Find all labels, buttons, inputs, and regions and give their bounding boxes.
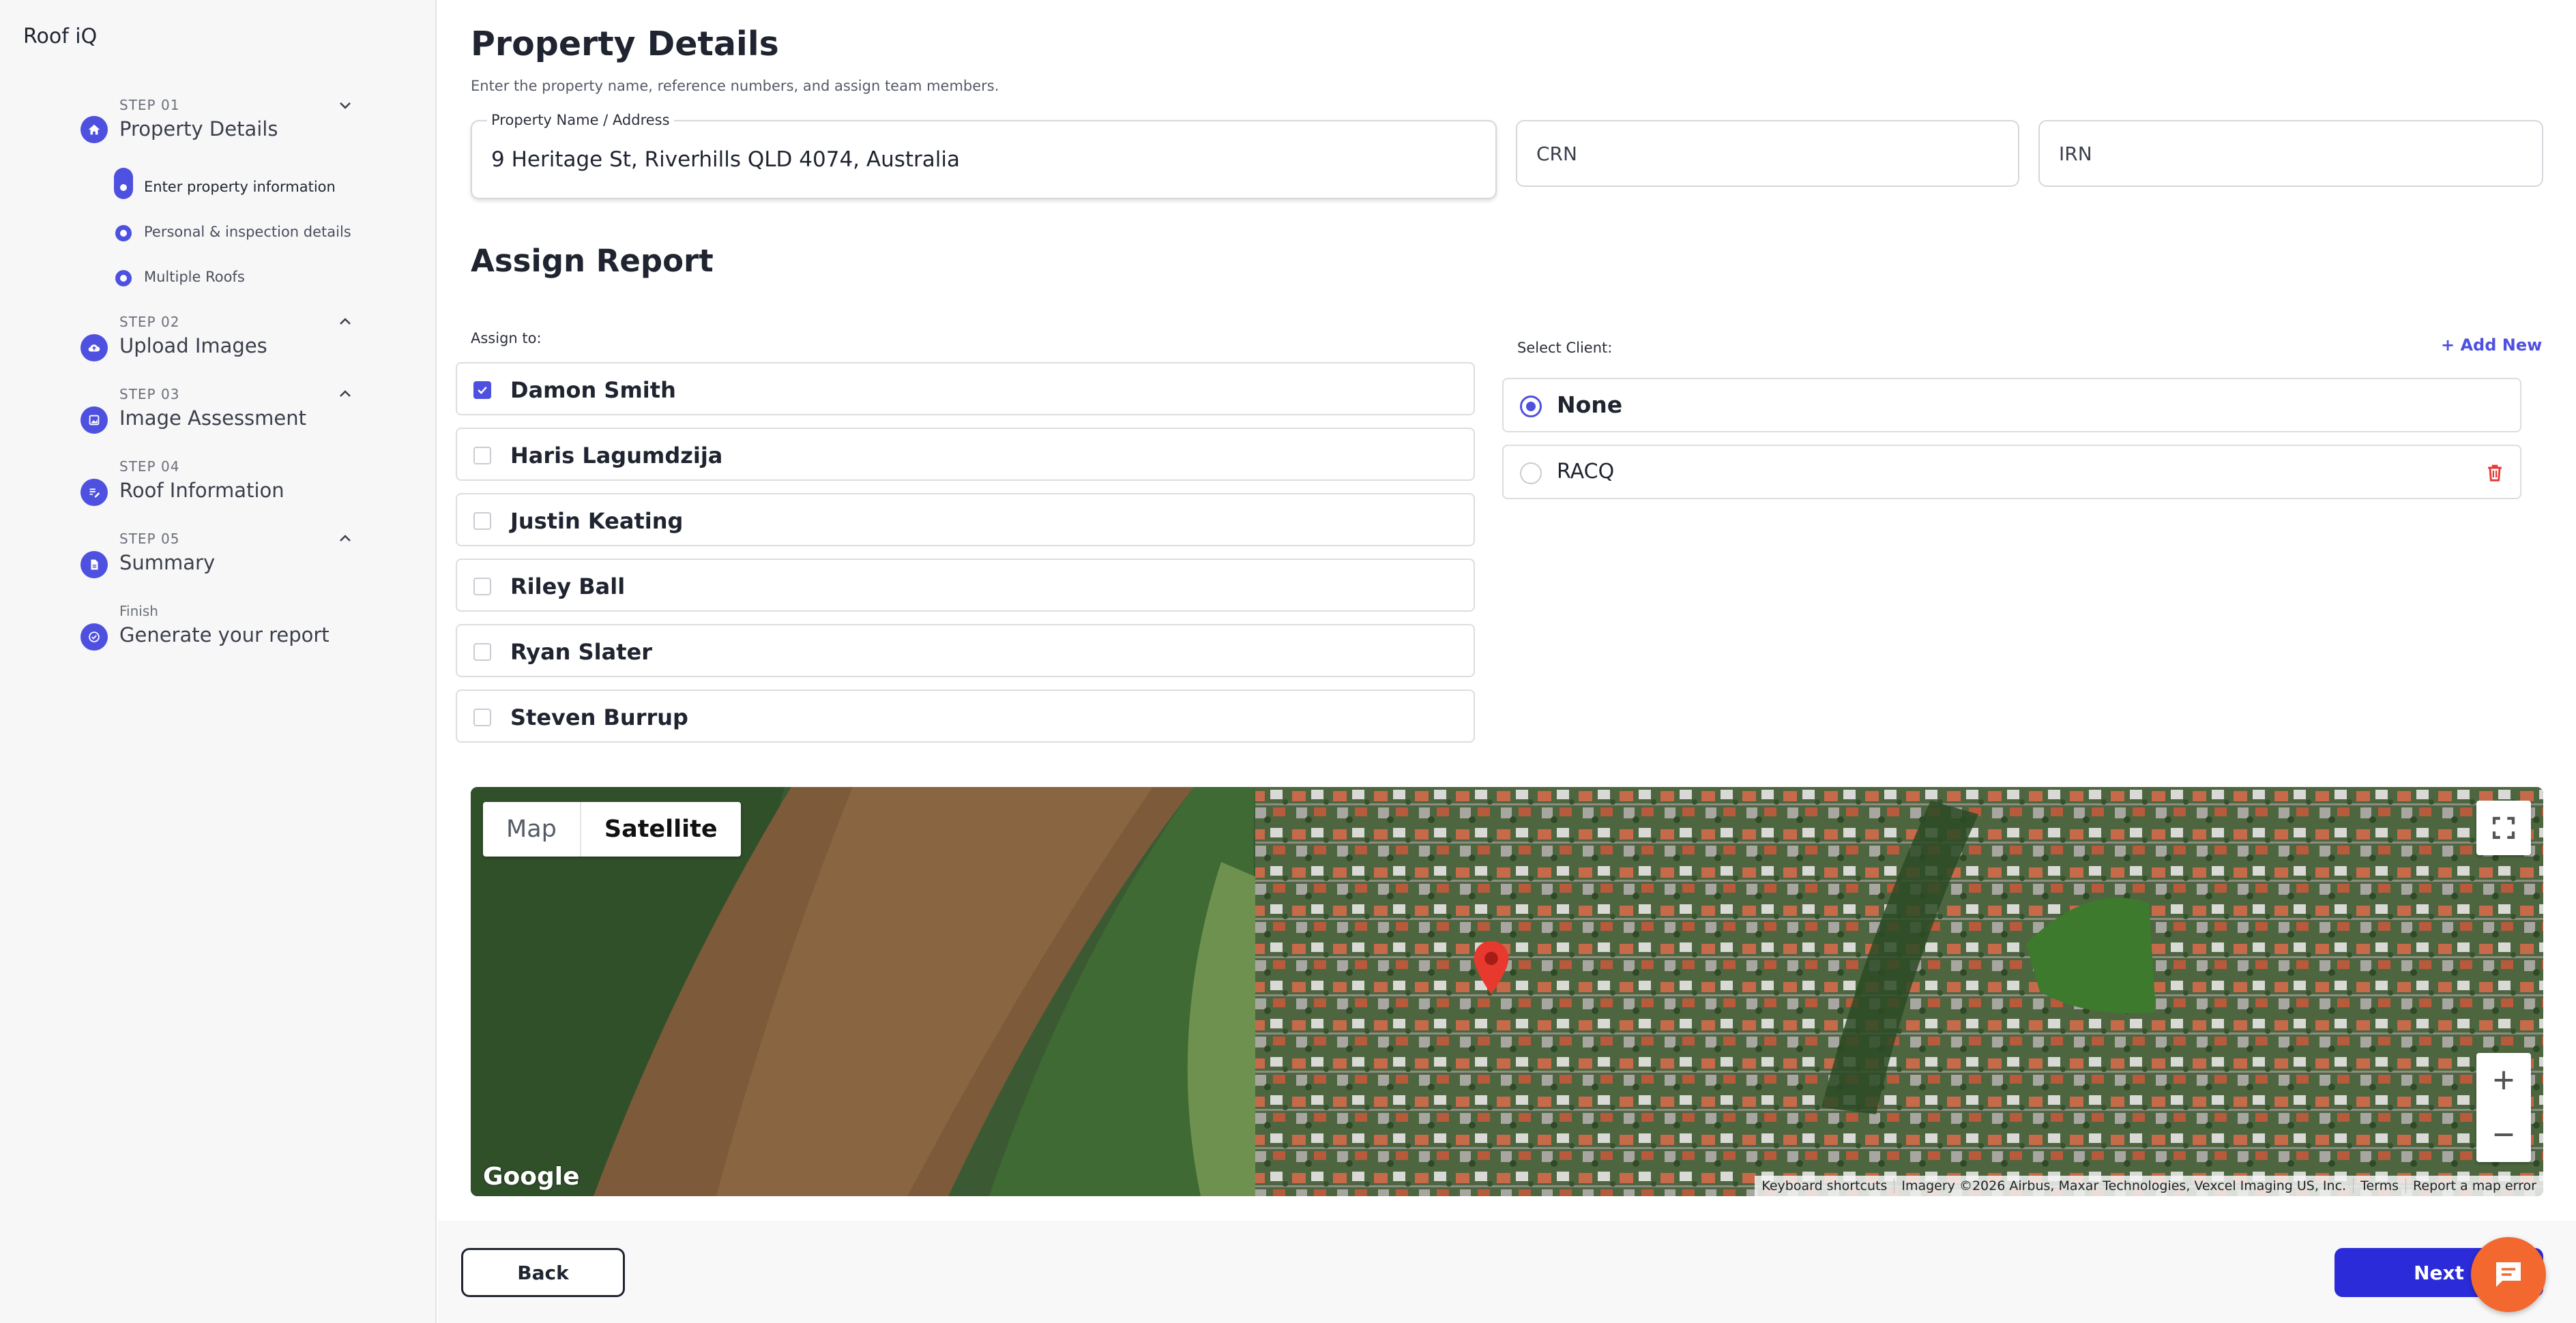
- chat-button[interactable]: [2471, 1237, 2546, 1312]
- assignee-justin-keating[interactable]: Justin Keating: [456, 493, 1475, 546]
- step-label: Finish: [119, 603, 158, 619]
- client-option-racq[interactable]: RACQ: [1502, 445, 2521, 499]
- cloud-upload-icon: [80, 334, 108, 361]
- step-label: STEP 02: [119, 314, 180, 330]
- main-content: Property Details Enter the property name…: [438, 0, 2576, 1221]
- substep-dot-icon: [115, 270, 132, 286]
- chevron-up-icon[interactable]: [337, 386, 353, 402]
- chat-icon: [2496, 1262, 2521, 1287]
- client-name: RACQ: [1557, 460, 1615, 484]
- report-map-error-link[interactable]: Report a map error: [2406, 1178, 2543, 1193]
- assignee-checkbox[interactable]: [473, 709, 491, 726]
- image-icon: [80, 406, 108, 434]
- assignee-damon-smith[interactable]: Damon Smith: [456, 362, 1475, 415]
- irn-placeholder: IRN: [2059, 142, 2092, 165]
- satellite-view-button[interactable]: Satellite: [579, 802, 741, 857]
- document-icon: [80, 551, 108, 578]
- step-label: STEP 04: [119, 458, 180, 475]
- step-title: Image Assessment: [119, 406, 306, 430]
- assign-to-label: Assign to:: [471, 330, 542, 346]
- assignee-name: Riley Ball: [510, 574, 626, 599]
- assignee-steven-burrup[interactable]: Steven Burrup: [456, 689, 1475, 743]
- brand-name: Roof iQ: [23, 25, 98, 48]
- client-option-none[interactable]: None: [1502, 378, 2521, 432]
- step-title: Roof Information: [119, 479, 284, 502]
- back-button[interactable]: Back: [461, 1248, 625, 1297]
- page-subtitle: Enter the property name, reference numbe…: [471, 78, 999, 94]
- assignee-checkbox[interactable]: [473, 381, 491, 399]
- substep-dot-icon: [115, 225, 132, 241]
- keyboard-shortcuts-link[interactable]: Keyboard shortcuts: [1755, 1178, 1895, 1193]
- step-title: Property Details: [119, 117, 278, 140]
- substep-personal-inspection-details[interactable]: Personal & inspection details: [144, 224, 351, 240]
- google-logo: Google: [483, 1163, 580, 1191]
- assignee-checkbox[interactable]: [473, 578, 491, 595]
- zoom-controls: [2476, 1053, 2531, 1162]
- assignee-checkbox[interactable]: [473, 643, 491, 661]
- check-circle-icon: [80, 623, 108, 651]
- zoom-in-icon[interactable]: [2490, 1067, 2517, 1094]
- property-address-value[interactable]: 9 Heritage St, Riverhills QLD 4074, Aust…: [491, 147, 960, 172]
- assignee-name: Haris Lagumdzija: [510, 443, 723, 469]
- home-icon: [80, 116, 108, 143]
- property-address-label: Property Name / Address: [487, 112, 674, 128]
- fullscreen-icon: [2492, 816, 2515, 839]
- select-client-label: Select Client:: [1517, 340, 1613, 356]
- next-button-label: Next: [2414, 1261, 2464, 1284]
- map-view-button[interactable]: Map: [483, 802, 580, 857]
- step-title: Summary: [119, 551, 216, 574]
- substep-enter-property-information[interactable]: Enter property information: [144, 179, 336, 195]
- chevron-up-icon[interactable]: [337, 314, 353, 330]
- sidebar: Roof iQ STEP 01 Property Details Enter p…: [0, 0, 437, 1323]
- map-type-toggle[interactable]: Map Satellite: [483, 802, 741, 857]
- client-radio[interactable]: [1520, 396, 1542, 417]
- assignee-ryan-slater[interactable]: Ryan Slater: [456, 624, 1475, 677]
- fullscreen-button[interactable]: [2476, 801, 2531, 855]
- client-name: None: [1557, 391, 1623, 418]
- assignee-riley-ball[interactable]: Riley Ball: [456, 559, 1475, 612]
- assignee-name: Steven Burrup: [510, 704, 688, 730]
- irn-field[interactable]: IRN: [2038, 120, 2543, 187]
- crn-field[interactable]: CRN: [1516, 120, 2019, 187]
- assign-report-title: Assign Report: [471, 243, 714, 279]
- add-new-client-button[interactable]: + Add New: [2441, 336, 2542, 355]
- step-label: STEP 05: [119, 531, 180, 547]
- map-pin-icon[interactable]: [1472, 941, 1510, 994]
- terms-link[interactable]: Terms: [2354, 1178, 2407, 1193]
- chevron-up-icon[interactable]: [337, 531, 353, 547]
- client-radio[interactable]: [1520, 462, 1542, 484]
- assignee-name: Ryan Slater: [510, 639, 652, 665]
- assignee-name: Justin Keating: [510, 508, 684, 534]
- chevron-down-icon[interactable]: [337, 97, 353, 113]
- edit-list-icon: [80, 479, 108, 506]
- zoom-out-icon[interactable]: [2490, 1121, 2517, 1148]
- assignee-checkbox[interactable]: [473, 512, 491, 530]
- map-attribution: Keyboard shortcuts Imagery ©2026 Airbus,…: [1755, 1176, 2543, 1196]
- footer: Back Next: [438, 1221, 2576, 1323]
- step-label: STEP 03: [119, 386, 180, 402]
- step-title: Generate your report: [119, 623, 330, 646]
- page-title: Property Details: [471, 25, 779, 63]
- assignee-checkbox[interactable]: [473, 447, 491, 464]
- assignee-name: Damon Smith: [510, 377, 676, 403]
- step-label: STEP 01: [119, 97, 180, 113]
- trash-icon[interactable]: [2483, 460, 2506, 486]
- imagery-credit: Imagery ©2026 Airbus, Maxar Technologies…: [1894, 1178, 2354, 1193]
- satellite-map[interactable]: Map Satellite Google Keyboard shortcuts …: [471, 787, 2543, 1196]
- crn-placeholder: CRN: [1536, 142, 1577, 165]
- step-title: Upload Images: [119, 334, 267, 357]
- assignee-haris-lagumdzija[interactable]: Haris Lagumdzija: [456, 428, 1475, 481]
- substep-multiple-roofs[interactable]: Multiple Roofs: [144, 269, 245, 285]
- substep-active-dot-icon: [115, 175, 132, 191]
- property-address-field[interactable]: Property Name / Address 9 Heritage St, R…: [471, 112, 1497, 199]
